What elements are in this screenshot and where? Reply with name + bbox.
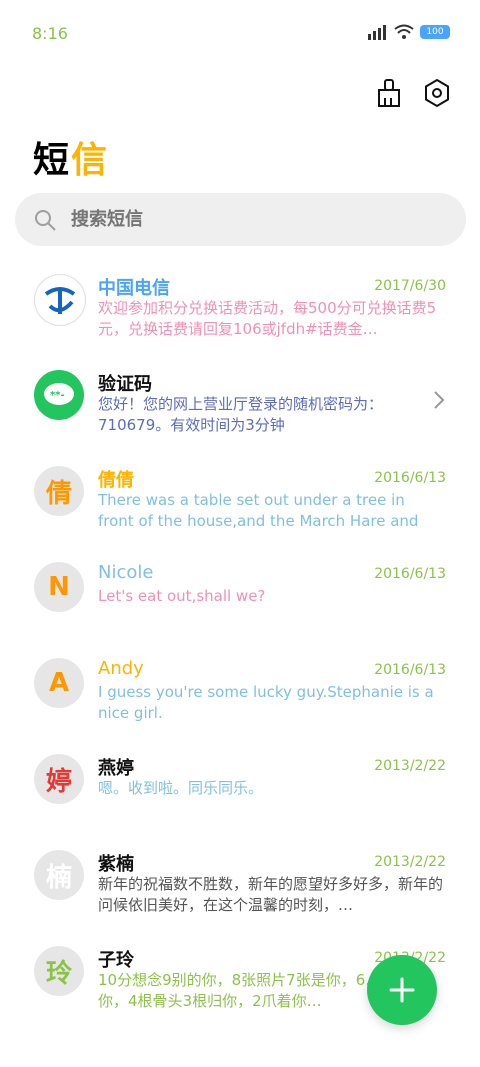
list-item[interactable]: 中国电信 2017/6/30 欢迎参加积分兑换话费活动，每500分可兑换话费5元… [0, 258, 480, 354]
message-logo-icon: **- [44, 383, 74, 405]
status-time: 8:16 [32, 24, 68, 43]
contact-name: Nicole [98, 562, 154, 583]
avatar [34, 274, 86, 326]
message-preview: 嗯。收到啦。同乐同乐。 [98, 779, 264, 797]
settings-icon[interactable] [422, 78, 452, 108]
avatar: **- [34, 370, 84, 420]
search-icon [35, 209, 56, 231]
plus-icon [389, 977, 415, 1003]
message-date: 2017/6/30 [374, 278, 446, 294]
contact-name: 中国电信 [98, 278, 170, 299]
compose-button[interactable] [367, 955, 437, 1025]
contact-name: 验证码 [98, 374, 152, 395]
message-date: 2013/2/22 [374, 854, 446, 870]
status-bar: 8:16 100 [0, 0, 480, 66]
message-preview: Let's eat out,shall we? [98, 587, 266, 605]
battery-icon: 100 [420, 25, 450, 39]
avatar: N [34, 562, 84, 612]
message-preview: 您好！您的网上营业厅登录的随机密码为：710679。有效时间为3分钟 [98, 395, 384, 434]
telecom-logo-icon [44, 287, 76, 314]
title-part1: 短 [33, 140, 72, 181]
list-item[interactable]: 婷 燕婷 2013/2/22 嗯。收到啦。同乐同乐。 [0, 738, 480, 834]
search-bar[interactable] [15, 193, 466, 246]
contact-name: 燕婷 [98, 758, 134, 779]
contact-name: Andy [98, 658, 144, 679]
list-item[interactable]: **- 验证码 您好！您的网上营业厅登录的随机密码为：710679。有效时间为3… [0, 354, 480, 450]
page-title: 短信 [33, 131, 109, 183]
status-icons: 100 [368, 24, 450, 40]
message-preview: 新年的祝福数不胜数，新年的愿望好多好多，新年的问候依旧美好，在这个温馨的时刻，… [98, 875, 443, 914]
message-date: 2013/2/22 [374, 758, 446, 774]
message-preview: I guess you're some lucky guy.Stephanie … [98, 683, 434, 722]
list-item[interactable]: N Nicole 2016/6/13 Let's eat out,shall w… [0, 546, 480, 642]
message-preview: 欢迎参加积分兑换话费活动，每500分可兑换话费5元，兑换话费请回复106或jfd… [98, 299, 437, 338]
avatar: 倩 [34, 466, 84, 516]
message-date: 2016/6/13 [374, 566, 446, 582]
message-date: 2016/6/13 [374, 470, 446, 486]
avatar: A [34, 658, 84, 708]
avatar: 楠 [34, 850, 84, 900]
broom-icon[interactable] [374, 78, 404, 108]
contact-name: 紫楠 [98, 854, 134, 875]
chevron-right-icon[interactable] [432, 390, 446, 410]
message-list: 中国电信 2017/6/30 欢迎参加积分兑换话费活动，每500分可兑换话费5元… [0, 258, 480, 1026]
list-item[interactable]: 倩 倩倩 2016/6/13 There was a table set out… [0, 450, 480, 546]
message-preview: There was a table set out under a tree i… [98, 491, 419, 530]
avatar: 婷 [34, 754, 84, 804]
message-date: 2016/6/13 [374, 662, 446, 678]
wifi-icon [394, 24, 414, 39]
signal-icon [368, 25, 386, 40]
list-item[interactable]: A Andy 2016/6/13 I guess you're some luc… [0, 642, 480, 738]
battery-level: 100 [426, 27, 444, 37]
contact-name: 子玲 [98, 950, 134, 971]
list-item[interactable]: 楠 紫楠 2013/2/22 新年的祝福数不胜数，新年的愿望好多好多，新年的问候… [0, 834, 480, 930]
svg-text:**-: **- [50, 390, 65, 401]
title-part2: 信 [71, 140, 110, 181]
top-actions [374, 78, 452, 108]
avatar: 玲 [34, 946, 84, 996]
contact-name: 倩倩 [98, 470, 134, 491]
search-input[interactable] [69, 208, 433, 231]
